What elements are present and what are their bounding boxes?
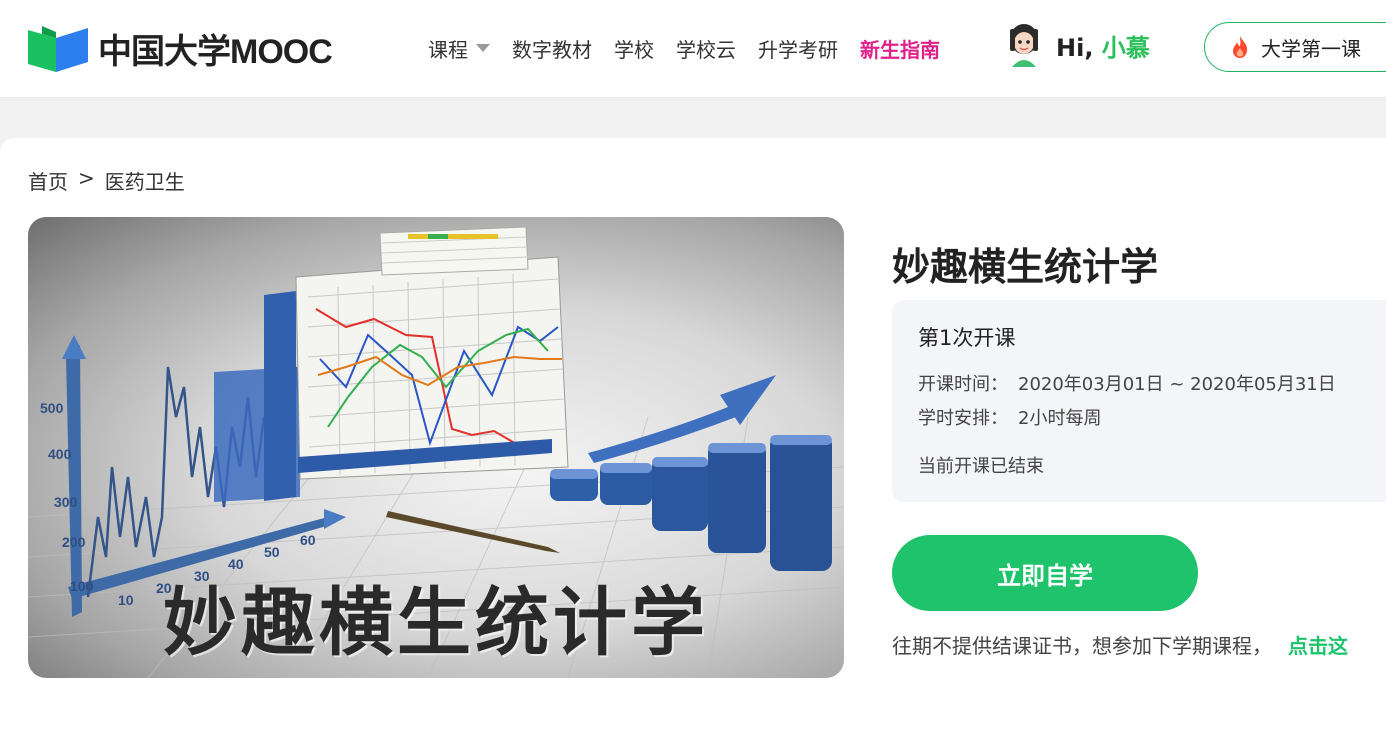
term-hours-value: 2小时每周 <box>1018 408 1102 429</box>
nav-item-label: 数字教材 <box>512 37 592 62</box>
term-status: 当前开课已结束 <box>918 456 1044 477</box>
course-title: 妙趣横生统计学 <box>892 245 1159 289</box>
greeting-text: Hi, 小慕 <box>1056 28 1150 63</box>
mascot-greeting[interactable]: Hi, 小慕 <box>1004 20 1150 70</box>
axis-label-x: 60 <box>300 532 316 548</box>
mascot-avatar <box>1004 23 1044 67</box>
nav-item-label: 升学考研 <box>758 37 838 62</box>
axis-label-y: 300 <box>54 494 78 510</box>
greeting-name: 小慕 <box>1101 33 1150 62</box>
self-study-button[interactable]: 立即自学 <box>892 535 1198 611</box>
nav-freshman-guide[interactable]: 新生指南 <box>860 34 940 63</box>
logo-book-icon <box>26 22 90 74</box>
nav-courses[interactable]: 课程 <box>428 34 490 63</box>
nav-item-label: 学校云 <box>676 37 736 62</box>
main-nav: 课程 数字教材 学校 学校云 升学考研 新生指南 <box>428 0 962 96</box>
certificate-notice-text: 往期不提供结课证书，想参加下学期课程， <box>892 634 1272 658</box>
course-cover-image: 500 400 300 200 100 10 20 30 40 50 60 妙趣… <box>28 217 844 678</box>
logo-text: 中国大学MOOC <box>98 32 333 71</box>
first-lesson-button[interactable]: 大学第一课 <box>1204 22 1386 72</box>
nav-digital-textbooks[interactable]: 数字教材 <box>512 34 592 63</box>
term-date-row: 开课时间： 2020年03月01日 ~ 2020年05月31日 <box>918 370 1336 396</box>
breadcrumb-home[interactable]: 首页 <box>28 166 68 195</box>
certificate-notice: 往期不提供结课证书，想参加下学期课程， 点击这 <box>892 630 1348 659</box>
site-logo[interactable]: 中国大学MOOC <box>26 22 333 74</box>
breadcrumb-category[interactable]: 医药卫生 <box>105 166 185 195</box>
term-name: 第1次开课 <box>918 326 1016 350</box>
axis-label-x: 50 <box>264 544 280 560</box>
term-hours-row: 学时安排： 2小时每周 <box>918 404 1101 430</box>
chevron-down-icon <box>476 44 490 52</box>
breadcrumb: 首页 > 医药卫生 <box>28 166 185 195</box>
term-info-panel: 第1次开课 开课时间： 2020年03月01日 ~ 2020年05月31日 学时… <box>892 300 1386 502</box>
top-navigation-bar: 中国大学MOOC 课程 数字教材 学校 学校云 升学考研 新生指南 Hi, 小慕 <box>0 0 1386 98</box>
notice-link[interactable]: 点击这 <box>1288 634 1348 658</box>
first-lesson-label: 大学第一课 <box>1261 36 1361 61</box>
nav-item-label: 学校 <box>614 37 654 62</box>
nav-school-cloud[interactable]: 学校云 <box>676 34 736 63</box>
term-date-label: 开课时间： <box>918 374 1008 395</box>
axis-label-y: 200 <box>62 534 86 550</box>
breadcrumb-separator: > <box>78 166 95 190</box>
axis-label-y: 400 <box>48 446 72 462</box>
cover-title-text: 妙趣横生统计学 <box>163 580 709 666</box>
axis-label-y: 500 <box>40 400 64 416</box>
nav-schools[interactable]: 学校 <box>614 34 654 63</box>
nav-courses-label: 课程 <box>428 37 468 62</box>
nav-exam-prep[interactable]: 升学考研 <box>758 34 838 63</box>
nav-item-label: 新生指南 <box>860 37 940 62</box>
term-date-value: 2020年03月01日 ~ 2020年05月31日 <box>1018 374 1336 395</box>
course-intro-card: 首页 > 医药卫生 500 400 300 200 100 10 20 30 4… <box>0 138 1386 752</box>
term-hours-label: 学时安排： <box>918 408 1008 429</box>
greeting-prefix: Hi, <box>1056 33 1094 62</box>
flame-icon <box>1233 36 1248 58</box>
